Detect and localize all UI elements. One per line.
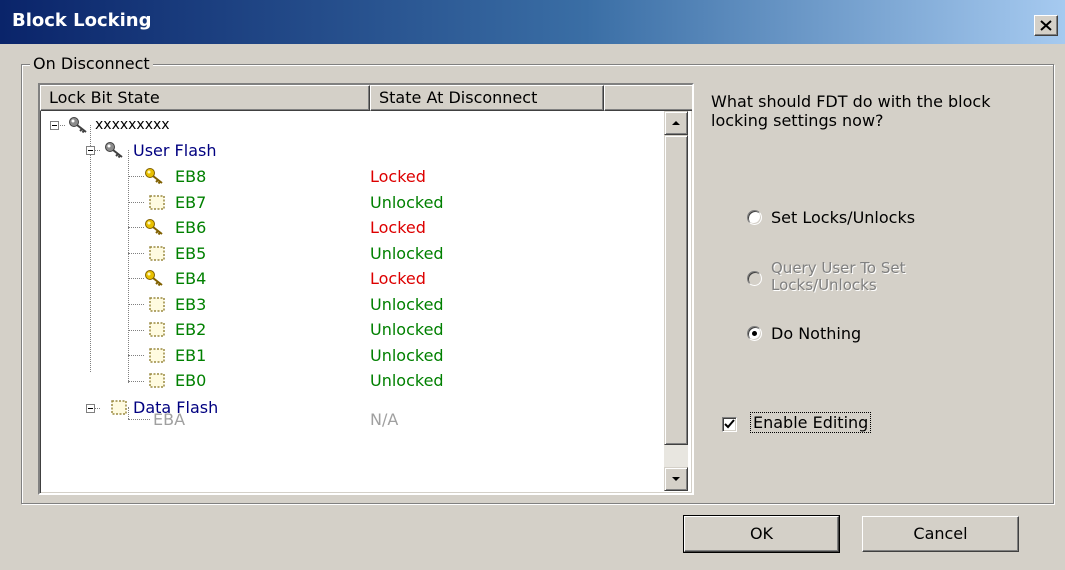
close-icon [1040, 20, 1052, 31]
node-state: Locked [370, 218, 426, 237]
tree-node-eb2[interactable]: EB2 Unlocked [40, 317, 660, 342]
column-header-lock-bit-state[interactable]: Lock Bit State [40, 85, 370, 111]
node-label: xxxxxxxxx [95, 117, 170, 133]
lock-bit-tree[interactable]: Lock Bit State State At Disconnect xxxxx… [38, 83, 694, 495]
column-header-empty [604, 85, 692, 111]
radio-button[interactable] [747, 326, 762, 341]
node-label: EB3 [175, 295, 207, 314]
radio-label-line1: Query User To Set [771, 259, 906, 277]
node-state: Unlocked [370, 371, 444, 390]
scroll-down-button[interactable] [664, 467, 688, 491]
node-state: Unlocked [370, 193, 444, 212]
radio-label: Do Nothing [771, 324, 862, 343]
node-label: EB7 [175, 193, 207, 212]
node-state: Unlocked [370, 244, 444, 263]
cancel-button[interactable]: Cancel [862, 516, 1019, 552]
scroll-up-button[interactable] [664, 111, 688, 135]
node-label: EB8 [175, 167, 207, 186]
node-label: EBA [153, 410, 186, 429]
close-button[interactable] [1034, 15, 1058, 36]
group-label: On Disconnect [30, 54, 153, 73]
column-header-state-at-disconnect[interactable]: State At Disconnect [370, 85, 604, 111]
radio-selected-dot [752, 331, 757, 336]
node-label: EB6 [175, 218, 207, 237]
key-gold-icon [145, 168, 163, 185]
unlocked-box-icon [149, 246, 165, 261]
unlocked-box-icon [149, 297, 165, 312]
title-bar: Block Locking [0, 0, 1065, 44]
node-label: EB2 [175, 320, 207, 339]
key-gold-icon [145, 219, 163, 236]
window-title: Block Locking [12, 10, 152, 31]
tree-node-root[interactable]: xxxxxxxxx [40, 113, 660, 138]
unlocked-box-icon [149, 322, 165, 337]
radio-button[interactable] [747, 210, 762, 225]
key-gold-icon [145, 270, 163, 287]
node-state: Unlocked [370, 320, 444, 339]
node-state: Locked [370, 167, 426, 186]
scroll-thumb[interactable] [664, 135, 688, 445]
radio-label: Query User To Set Locks/Unlocks [771, 260, 906, 294]
checkmark-icon [724, 419, 735, 429]
node-label: User Flash [133, 141, 217, 160]
enable-editing-checkbox[interactable] [722, 417, 737, 432]
tree-node-eb3[interactable]: EB3 Unlocked [40, 292, 660, 317]
node-label: EB0 [175, 371, 207, 390]
node-label: EB4 [175, 269, 207, 288]
unlocked-box-icon [149, 195, 165, 210]
tree-node-eb5[interactable]: EB5 Unlocked [40, 241, 660, 266]
unlocked-box-icon [149, 348, 165, 363]
tree-node-eb8[interactable]: EB8 Locked [40, 164, 660, 189]
ok-button[interactable]: OK [683, 515, 840, 553]
radio-button [747, 271, 762, 286]
tree-node-eb7[interactable]: EB7 Unlocked [40, 190, 660, 215]
tree-node-eb6[interactable]: EB6 Locked [40, 215, 660, 240]
tree-node-eb4[interactable]: EB4 Locked [40, 266, 660, 291]
tree-node-eb1[interactable]: EB1 Unlocked [40, 343, 660, 368]
node-state: Unlocked [370, 346, 444, 365]
enable-editing-label[interactable]: Enable Editing [749, 412, 872, 433]
node-state: Unlocked [370, 295, 444, 314]
tree-node-eba[interactable]: EBA N/A [40, 407, 660, 432]
tree-node-user-flash[interactable]: User Flash [40, 138, 660, 163]
node-state: N/A [370, 410, 399, 429]
node-label: EB1 [175, 346, 207, 365]
key-gray-icon [105, 142, 123, 159]
tree-scrollbar[interactable] [664, 111, 688, 491]
node-state: Locked [370, 269, 426, 288]
question-text: What should FDT do with the block lockin… [711, 92, 991, 130]
key-gray-icon [69, 117, 87, 134]
radio-label-line2: Locks/Unlocks [771, 276, 877, 294]
radio-label: Set Locks/Unlocks [771, 208, 916, 227]
node-label: EB5 [175, 244, 207, 263]
tree-node-eb0[interactable]: EB0 Unlocked [40, 368, 660, 393]
arrow-down-icon [672, 477, 680, 481]
unlocked-box-icon [149, 373, 165, 388]
arrow-up-icon [672, 121, 680, 125]
